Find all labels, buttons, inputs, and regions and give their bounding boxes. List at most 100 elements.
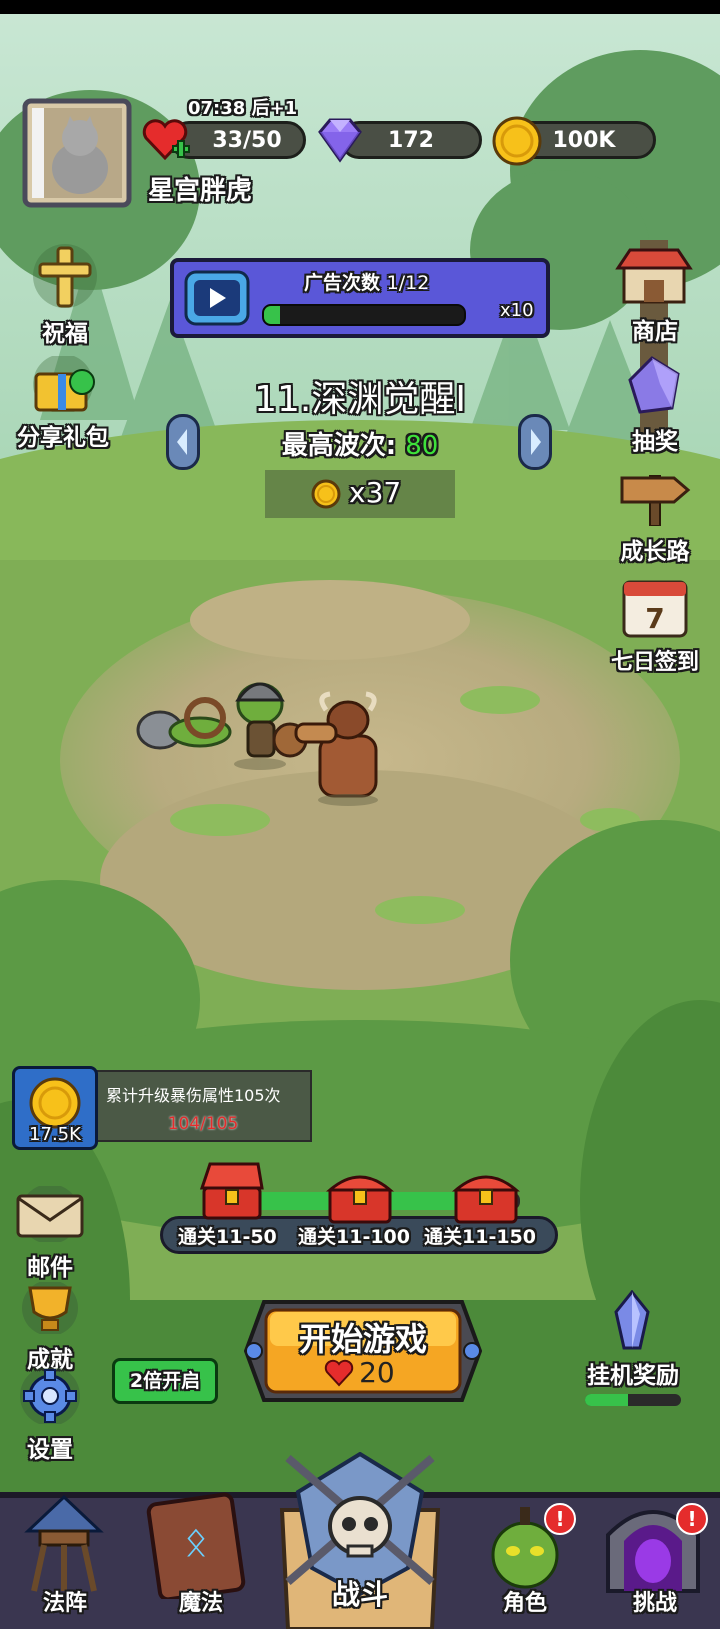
envelope-icon: [16, 1184, 84, 1244]
nav-magic[interactable]: ᛟ 魔法: [136, 1459, 266, 1629]
gem-value: 172: [388, 127, 434, 153]
game-screen: 星宫胖虎 07:38 后+1 33/50 172 100K 祝福 分享礼包 广告…: [0, 0, 720, 1629]
nav-formation[interactable]: 法阵: [0, 1459, 130, 1629]
start-cost-value: 20: [359, 1356, 395, 1389]
chest-1-label: 通关11-50: [178, 1226, 277, 1248]
ad-count-text: 广告次数 1/12: [304, 268, 429, 295]
idle-reward-button[interactable]: 挂机奖励: [568, 1289, 698, 1410]
spellbook-icon: ᛟ: [146, 1492, 246, 1599]
task-description: 累计升级暴伤属性105次: [106, 1086, 281, 1105]
nav-magic-label: 魔法: [178, 1591, 223, 1616]
gold-coin-icon: [29, 1077, 81, 1129]
blessing-button[interactable]: 祝福: [10, 244, 120, 348]
chest-2[interactable]: [324, 1164, 396, 1230]
heart-plus-icon[interactable]: [140, 114, 194, 168]
nav-battle-label: 战斗: [331, 1578, 388, 1611]
diamond-icon: [318, 118, 362, 163]
player-name: 星宫胖虎: [148, 176, 253, 206]
lottery-button[interactable]: 抽奖: [600, 354, 710, 456]
share-gift-label: 分享礼包: [17, 425, 109, 451]
mail-label: 邮件: [27, 1255, 73, 1281]
best-wave-label: 最高波次:: [281, 431, 397, 461]
treasure-chest-icon: [325, 1175, 395, 1224]
best-wave-value: 80: [405, 431, 439, 461]
heart-icon: [324, 1359, 354, 1386]
idle-reward-progress: [585, 1394, 681, 1406]
cross-icon: [33, 244, 97, 308]
stage-reward-box: x37: [265, 470, 455, 518]
idle-reward-progress-fill: [585, 1394, 629, 1406]
nav-hero[interactable]: ! 角色: [460, 1459, 590, 1629]
idle-reward-label: 挂机奖励: [587, 1363, 679, 1389]
nav-hero-badge: !: [544, 1503, 576, 1535]
checkin-label: 七日签到: [610, 650, 699, 675]
ad-multiplier: x10: [500, 300, 534, 321]
treasure-chest-icon: [451, 1175, 521, 1224]
seven-day-checkin-button[interactable]: 7 七日签到: [600, 576, 710, 676]
start-cost: 20: [324, 1356, 395, 1389]
chest-1[interactable]: [196, 1160, 268, 1228]
gold-coin-icon: [492, 116, 542, 166]
ad-watch-panel[interactable]: 广告次数 1/12 x10: [170, 258, 550, 338]
double-speed-label: 2倍开启: [129, 1370, 201, 1392]
idle-crystal-icon: [614, 1289, 650, 1350]
gear-icon: [20, 1366, 80, 1426]
best-wave: 最高波次: 80: [210, 425, 510, 462]
coin-value: 100K: [552, 127, 616, 153]
ad-progress-fill: [264, 306, 280, 324]
energy-value: 33/50: [212, 127, 282, 153]
goblin-sprite: [234, 682, 308, 770]
task-reward-amount: 17.5K: [29, 1124, 81, 1145]
task-progress: 104/105: [167, 1114, 239, 1134]
gift-box-icon: [33, 354, 95, 414]
nav-challenge-badge: !: [676, 1503, 708, 1535]
calendar-icon: 7: [622, 580, 688, 638]
settings-button[interactable]: 设置: [0, 1366, 110, 1464]
signpost-icon: [620, 475, 691, 527]
battle-characters: [136, 682, 378, 806]
growth-path-label: 成长路: [620, 539, 690, 565]
nav-formation-label: 法阵: [42, 1591, 87, 1616]
achievement-button[interactable]: 成就: [0, 1280, 110, 1374]
blessing-label: 祝福: [42, 321, 88, 347]
shop-label: 商店: [632, 319, 678, 345]
chest-3-label: 通关11-150: [424, 1226, 536, 1248]
share-gift-button[interactable]: 分享礼包: [8, 354, 118, 452]
ad-progress-bar: [262, 304, 466, 326]
video-play-icon: [184, 270, 250, 326]
stage-title: 11.深渊觉醒Ⅰ: [254, 379, 466, 420]
nav-challenge[interactable]: ! 挑战: [590, 1459, 720, 1629]
shop-button[interactable]: 商店: [600, 244, 710, 346]
growth-path-button[interactable]: 成长路: [600, 464, 710, 566]
energy-timer-suffix: 后+1: [251, 98, 298, 119]
nav-hero-label: 角色: [502, 1591, 547, 1616]
chevron-left-icon: [177, 429, 187, 455]
svg-text:ᛟ: ᛟ: [184, 1519, 208, 1565]
lottery-label: 抽奖: [632, 429, 678, 455]
stage-reward-amount: x37: [349, 476, 402, 509]
trophy-icon: [22, 1280, 78, 1336]
task-panel[interactable]: 累计升级暴伤属性105次 104/105: [94, 1070, 312, 1142]
calendar-day: 7: [645, 602, 664, 635]
ad-count-value: 1/12: [386, 272, 430, 294]
chevron-right-icon: [531, 429, 541, 455]
player-avatar[interactable]: [22, 98, 132, 208]
shop-stall-icon: [615, 248, 693, 304]
crystal-icon: [628, 356, 680, 414]
minotaur-sprite: [294, 691, 378, 806]
stage-prev-button[interactable]: [166, 414, 200, 470]
fallen-goblin-sprite: [136, 697, 232, 750]
mail-button[interactable]: 邮件: [0, 1184, 110, 1282]
energy-timer: 07:38 后+1: [188, 94, 297, 120]
double-speed-button[interactable]: 2倍开启: [112, 1358, 218, 1404]
ad-count-label: 广告次数: [304, 272, 381, 294]
task-reward-tile[interactable]: 17.5K: [12, 1066, 98, 1150]
nav-challenge-label: 挑战: [632, 1591, 677, 1616]
treasure-chest-open-icon: [199, 1162, 264, 1220]
nav-battle[interactable]: 战斗: [268, 1452, 452, 1629]
start-game-button[interactable]: 开始游戏 20: [244, 1294, 482, 1408]
energy-timer-value: 07:38: [188, 98, 246, 119]
chest-3[interactable]: [450, 1164, 522, 1230]
watchtower-icon: [24, 1495, 104, 1592]
stage-next-button[interactable]: [518, 414, 552, 470]
